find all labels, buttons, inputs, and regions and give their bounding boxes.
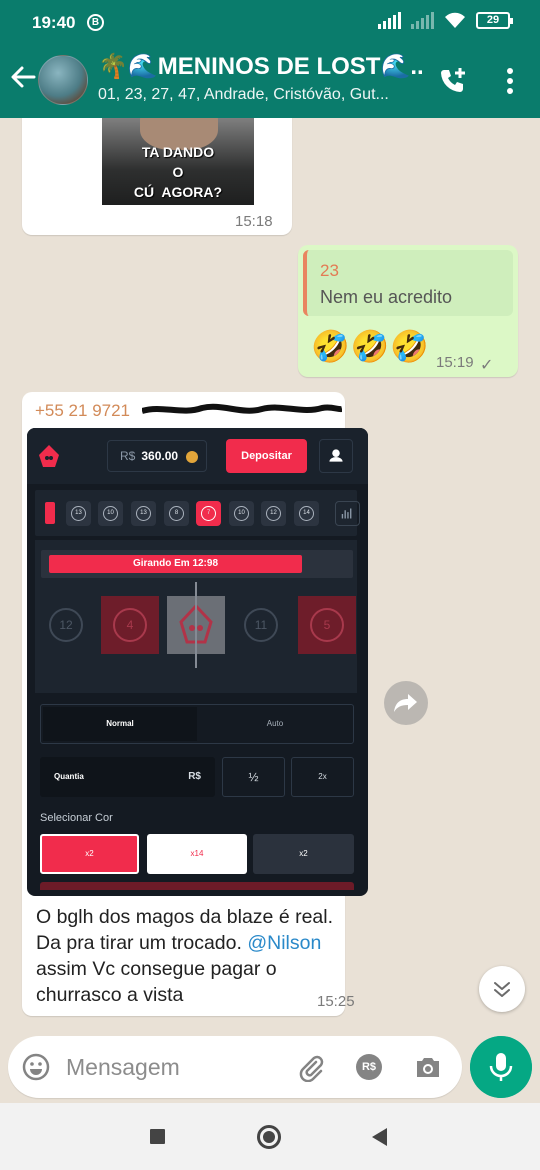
group-title[interactable]: 🌴🌊MENINOS DE LOST🌊... (98, 52, 422, 81)
roulette-tile: 11 (232, 596, 290, 654)
message-composer[interactable]: Mensagem R$ (8, 1036, 462, 1098)
emoji-icon[interactable] (22, 1053, 50, 1081)
game-topbar: R$ 360.00 Depositar (27, 428, 368, 484)
history-chip: 10 (229, 501, 254, 526)
roulette-tile: 12 (37, 596, 95, 654)
history-chip: 13 (131, 501, 156, 526)
history-chip: 8 (164, 501, 189, 526)
history-chip: 13 (66, 501, 91, 526)
sent-check-icon: ✓ (480, 357, 494, 374)
message-time: 15:25 (317, 993, 355, 1010)
battery-icon: 29 (476, 12, 513, 29)
roulette-tile: 4 (101, 596, 159, 654)
group-members[interactable]: 01, 23, 27, 47, Andrade, Cristóvão, Gut.… (98, 86, 418, 104)
attach-icon[interactable] (296, 1052, 326, 1082)
message-input[interactable]: Mensagem (66, 1054, 180, 1081)
message-sender[interactable]: +55 21 9721 (35, 401, 130, 421)
chat-header: 🌴🌊MENINOS DE LOST🌊... 01, 23, 27, 47, An… (0, 48, 540, 118)
countdown-bar: Girando Em 12:98 (49, 555, 302, 573)
status-time: 19:40 (32, 13, 76, 32)
quoted-text: Nem eu acredito (320, 287, 453, 307)
meme-caption-text: TA DANDO O CÚ AGORA? (133, 144, 223, 200)
user-icon[interactable] (319, 439, 353, 473)
mention-link[interactable]: @Nilson (247, 932, 321, 954)
forward-icon[interactable] (384, 681, 428, 725)
group-avatar[interactable] (38, 55, 88, 105)
history-chip: 12 (261, 501, 286, 526)
deposit-button[interactable]: Depositar (226, 439, 307, 473)
blaze-logo-icon (39, 445, 59, 467)
mic-button-icon[interactable] (470, 1036, 532, 1098)
message-time: 15:18 (235, 213, 273, 230)
quantity-input[interactable]: Quantia R$ (40, 757, 215, 797)
double-button[interactable]: 2x (291, 757, 354, 797)
chat-area[interactable]: TA DANDO O CÚ AGORA? 15:18 23 Nem eu acr… (0, 118, 540, 1103)
payment-icon[interactable]: R$ (356, 1054, 382, 1080)
signal-2-icon (411, 12, 434, 29)
meme-caption: TA DANDO O CÚ AGORA? (102, 142, 254, 202)
redaction-scribble (142, 403, 342, 414)
history-red-chip (45, 502, 55, 524)
more-options-icon[interactable] (500, 66, 520, 96)
bet-button-edge (40, 882, 354, 890)
history-chip: 7 (196, 501, 221, 526)
roll-history: 13 10 13 8 7 10 12 14 (35, 490, 360, 536)
roulette-panel: Girando Em 12:98 12 4 11 5 (35, 540, 357, 693)
system-navbar (0, 1103, 540, 1170)
camera-icon[interactable] (414, 1053, 442, 1081)
select-color-label: Selecionar Cor (40, 812, 113, 824)
emoji-text: 🤣🤣🤣 (311, 329, 430, 364)
notification-badge-icon: B (87, 14, 104, 31)
quantity-currency: R$ (188, 771, 201, 782)
scroll-down-icon[interactable] (479, 966, 525, 1012)
message-text-part2: assim Vc consegue pagar o churrasco a vi… (36, 958, 277, 1006)
roulette-tile: 5 (298, 596, 356, 654)
color-white-button[interactable]: x14 (147, 834, 247, 874)
back-icon[interactable] (372, 1128, 387, 1146)
mode-toggle: Normal Auto (40, 704, 354, 744)
back-arrow-icon[interactable] (8, 62, 38, 92)
meme-image[interactable]: TA DANDO O CÚ AGORA? (102, 118, 254, 205)
wifi-icon (445, 12, 465, 28)
history-chip: 10 (98, 501, 123, 526)
history-chip: 14 (294, 501, 319, 526)
roulette-pointer (195, 582, 197, 668)
countdown-track: Girando Em 12:98 (41, 550, 353, 578)
tab-auto[interactable]: Auto (199, 707, 351, 741)
color-red-button[interactable]: x2 (40, 834, 139, 874)
signal-icon (378, 12, 401, 29)
quantity-label: Quantia (54, 772, 84, 781)
stats-icon[interactable] (335, 501, 360, 526)
message-text: O bglh dos magos da blaze é real. Da pra… (36, 904, 336, 1008)
balance-amount: 360.00 (141, 449, 179, 463)
game-screenshot[interactable]: R$ 360.00 Depositar 13 10 13 8 7 10 12 14 (27, 428, 368, 896)
add-call-icon[interactable] (437, 65, 469, 97)
status-bar: 19:40 B 29 (0, 0, 540, 48)
half-button[interactable]: ½ (222, 757, 285, 797)
message-time: 15:19 (436, 354, 474, 371)
quoted-message[interactable]: 23 Nem eu acredito (303, 250, 513, 316)
tab-normal[interactable]: Normal (43, 707, 197, 741)
balance-currency: R$ (120, 449, 136, 463)
coin-icon (186, 451, 198, 463)
message-meme[interactable]: TA DANDO O CÚ AGORA? 15:18 (22, 118, 292, 235)
color-black-button[interactable]: x2 (253, 834, 354, 874)
balance-display[interactable]: R$ 360.00 (107, 440, 207, 472)
recents-icon[interactable] (150, 1129, 165, 1144)
home-icon[interactable] (257, 1125, 281, 1149)
quoted-sender: 23 (320, 261, 339, 280)
